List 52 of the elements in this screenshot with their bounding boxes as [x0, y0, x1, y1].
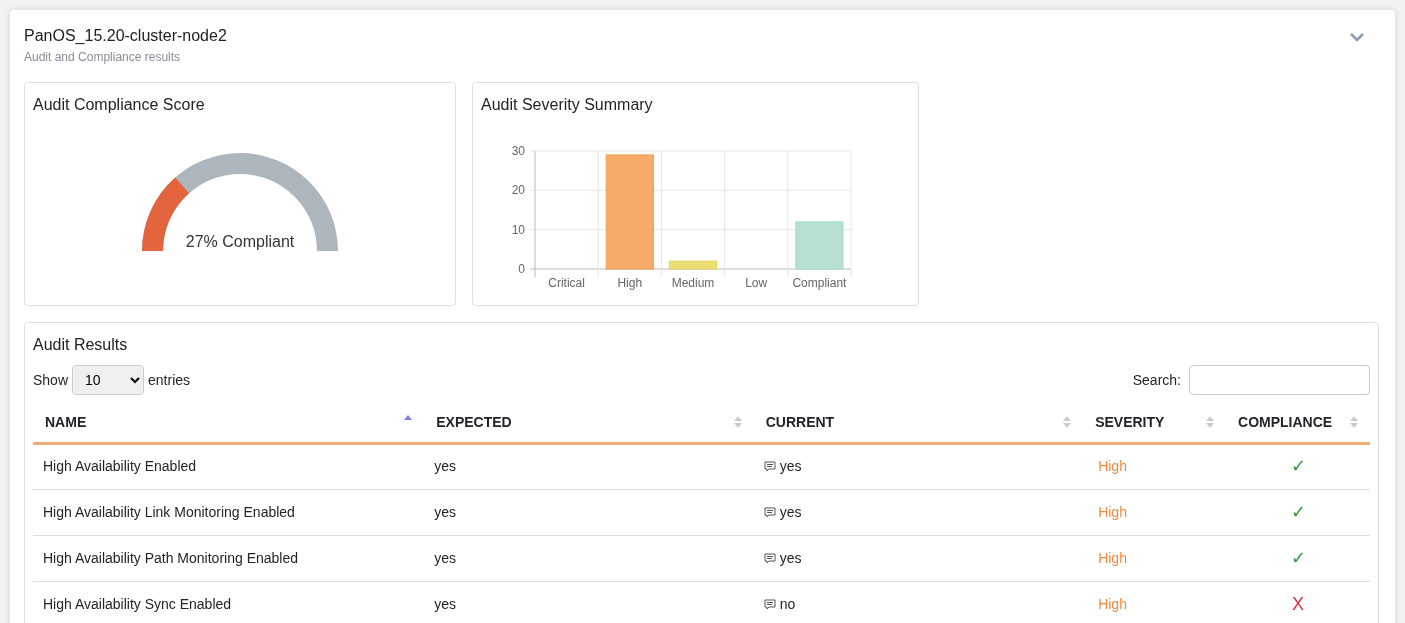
comment-icon[interactable]: [763, 598, 776, 610]
page-size-select[interactable]: 10: [72, 365, 145, 395]
card-title: Audit Severity Summary: [480, 95, 654, 115]
axis-category-label: Low: [745, 276, 768, 290]
severity-text: High: [1098, 503, 1127, 520]
column-header[interactable]: SEVERITY: [1095, 411, 1165, 433]
table-cell: yes: [434, 595, 457, 612]
severity-text: High: [1098, 458, 1127, 474]
check-mark: ✓: [1290, 456, 1306, 476]
table-cell-text: no: [779, 594, 796, 614]
bar: [795, 221, 844, 270]
comment-icon[interactable]: [763, 552, 776, 564]
table-cell: yes: [434, 549, 457, 566]
severity-text: High: [1098, 595, 1127, 612]
column-header[interactable]: EXPECTED: [436, 411, 512, 433]
collapse-chevron-icon[interactable]: [1349, 32, 1365, 42]
gauge-reading: 27% Compliant: [185, 233, 295, 250]
table-cell: yes: [434, 503, 457, 520]
card-title: Audit Results: [33, 335, 129, 355]
entries-label: entries: [148, 370, 191, 390]
table-cell: yes: [434, 458, 457, 474]
column-header[interactable]: COMPLIANCE: [1238, 411, 1333, 433]
comment-icon[interactable]: [763, 461, 776, 472]
check-mark: ✓: [1290, 501, 1306, 522]
table-cell-text: yes: [779, 502, 802, 522]
panel-subtitle: Audit and Compliance results: [24, 49, 182, 66]
severity-text: High: [1098, 549, 1127, 566]
table-cell: High Availability Path Monitoring Enabled: [43, 549, 298, 566]
column-header[interactable]: NAME: [45, 411, 87, 433]
panel-title: PanOS_15.20-cluster-node2: [24, 26, 227, 46]
table-cell: High Availability Link Monitoring Enabled: [43, 503, 295, 520]
axis-category-label: Medium: [671, 276, 715, 290]
axis-category-label: Compliant: [792, 276, 847, 290]
axis-tick-label: 10: [511, 222, 525, 237]
search-field[interactable]: [1189, 365, 1370, 395]
column-header[interactable]: CURRENT: [765, 411, 835, 433]
comment-icon[interactable]: [763, 506, 776, 518]
axis-tick-label: 30: [511, 144, 525, 158]
table-cell: High Availability Sync Enabled: [43, 595, 232, 612]
axis-tick-label: 20: [511, 183, 525, 198]
show-label: Show: [33, 370, 69, 390]
card-title: Audit Compliance Score: [32, 95, 206, 115]
search-label: Search:: [1132, 370, 1181, 390]
axis-tick-label: 0: [518, 262, 525, 276]
bar: [668, 260, 718, 270]
cross-mark: X: [1292, 593, 1304, 614]
axis-category-label: High: [617, 276, 643, 290]
axis-category-label: Critical: [548, 276, 585, 290]
check-mark: ✓: [1290, 547, 1306, 568]
table-cell: High Availability Enabled: [43, 458, 197, 474]
table-cell-text: yes: [779, 457, 802, 476]
table-cell-text: yes: [779, 548, 802, 568]
